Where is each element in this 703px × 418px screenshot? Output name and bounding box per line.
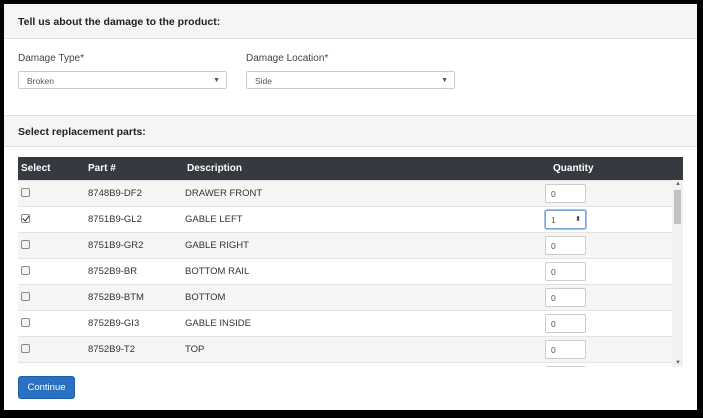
header-part: Part # — [88, 163, 116, 174]
table-header: Select Part # Description Quantity — [18, 157, 683, 180]
row-checkbox[interactable] — [21, 318, 30, 327]
table-row — [18, 362, 683, 367]
header-select: Select — [21, 163, 51, 174]
row-checkbox[interactable] — [21, 188, 30, 197]
quantity-input[interactable] — [545, 366, 586, 367]
quantity-value: 0 — [551, 241, 556, 251]
scroll-thumb[interactable] — [674, 190, 681, 224]
spinner-icon[interactable]: ⬍ — [575, 211, 581, 229]
quantity-input[interactable]: 0 — [545, 262, 586, 281]
damage-section-title: Tell us about the damage to the product: — [4, 4, 697, 39]
damage-type-label: Damage Type* — [18, 53, 84, 64]
quantity-value: 0 — [551, 345, 556, 355]
table-row: 8752B9-T2 TOP 0 — [18, 336, 683, 362]
row-checkbox[interactable] — [21, 214, 30, 223]
part-number: 8752B9-GI3 — [88, 318, 140, 329]
damage-type-value: Broken — [27, 76, 54, 86]
parts-table: Select Part # Description Quantity 8748B… — [18, 157, 683, 367]
scroll-up-icon[interactable]: ▲ — [675, 181, 681, 187]
part-description: GABLE RIGHT — [185, 240, 249, 251]
table-row: 8748B9-DF2 DRAWER FRONT 0 — [18, 180, 683, 206]
table-scrollbar[interactable]: ▲ ▼ — [672, 180, 683, 367]
quantity-value: 0 — [551, 189, 556, 199]
quantity-value: 0 — [551, 319, 556, 329]
part-number: 8751B9-GL2 — [88, 214, 142, 225]
damage-location-select[interactable]: Side ▼ — [246, 71, 455, 89]
damage-location-value: Side — [255, 76, 273, 86]
table-row: 8752B9-BR BOTTOM RAIL 0 — [18, 258, 683, 284]
row-checkbox[interactable] — [21, 292, 30, 301]
damage-fields: Damage Type* Broken ▼ Damage Location* S… — [4, 39, 697, 115]
table-row: 8751B9-GR2 GABLE RIGHT 0 — [18, 232, 683, 258]
part-description: BOTTOM — [185, 292, 226, 303]
table-row: 8752B9-GI3 GABLE INSIDE 0 — [18, 310, 683, 336]
chevron-down-icon: ▼ — [213, 77, 220, 84]
part-number: 8748B9-DF2 — [88, 188, 142, 199]
damage-type-select[interactable]: Broken ▼ — [18, 71, 227, 89]
quantity-value: 0 — [551, 293, 556, 303]
scroll-down-icon[interactable]: ▼ — [675, 360, 681, 366]
part-description: BOTTOM RAIL — [185, 266, 250, 277]
part-number: 8751B9-GR2 — [88, 240, 144, 251]
header-description: Description — [187, 163, 243, 174]
part-description: GABLE LEFT — [185, 214, 243, 225]
table-row: 8751B9-GL2 GABLE LEFT 1 ⬍ — [18, 206, 683, 232]
quantity-input[interactable]: 0 — [545, 288, 586, 307]
quantity-value: 1 — [551, 215, 556, 225]
part-description: DRAWER FRONT — [185, 188, 263, 199]
table-row: 8752B9-BTM BOTTOM 0 — [18, 284, 683, 310]
damage-form-panel: Tell us about the damage to the product:… — [4, 4, 697, 410]
chevron-down-icon: ▼ — [441, 77, 448, 84]
quantity-value: 0 — [551, 267, 556, 277]
table-body: 8748B9-DF2 DRAWER FRONT 0 8751B9-GL2 GAB… — [18, 180, 683, 367]
part-number: 8752B9-T2 — [88, 344, 136, 355]
part-description: GABLE INSIDE — [185, 318, 251, 329]
quantity-input[interactable]: 0 — [545, 340, 586, 359]
part-number: 8752B9-BR — [88, 266, 138, 277]
damage-location-label: Damage Location* — [246, 53, 329, 64]
quantity-stepper[interactable]: 1 ⬍ — [545, 210, 586, 229]
quantity-input[interactable]: 0 — [545, 314, 586, 333]
quantity-input[interactable]: 0 — [545, 236, 586, 255]
part-description: TOP — [185, 344, 205, 355]
header-quantity: Quantity — [553, 163, 594, 174]
row-checkbox[interactable] — [21, 344, 30, 353]
parts-section-title: Select replacement parts: — [4, 115, 697, 147]
row-checkbox[interactable] — [21, 266, 30, 275]
part-number: 8752B9-BTM — [88, 292, 144, 303]
continue-button[interactable]: Continue — [18, 376, 75, 399]
row-checkbox[interactable] — [21, 240, 30, 249]
quantity-input[interactable]: 0 — [545, 184, 586, 203]
